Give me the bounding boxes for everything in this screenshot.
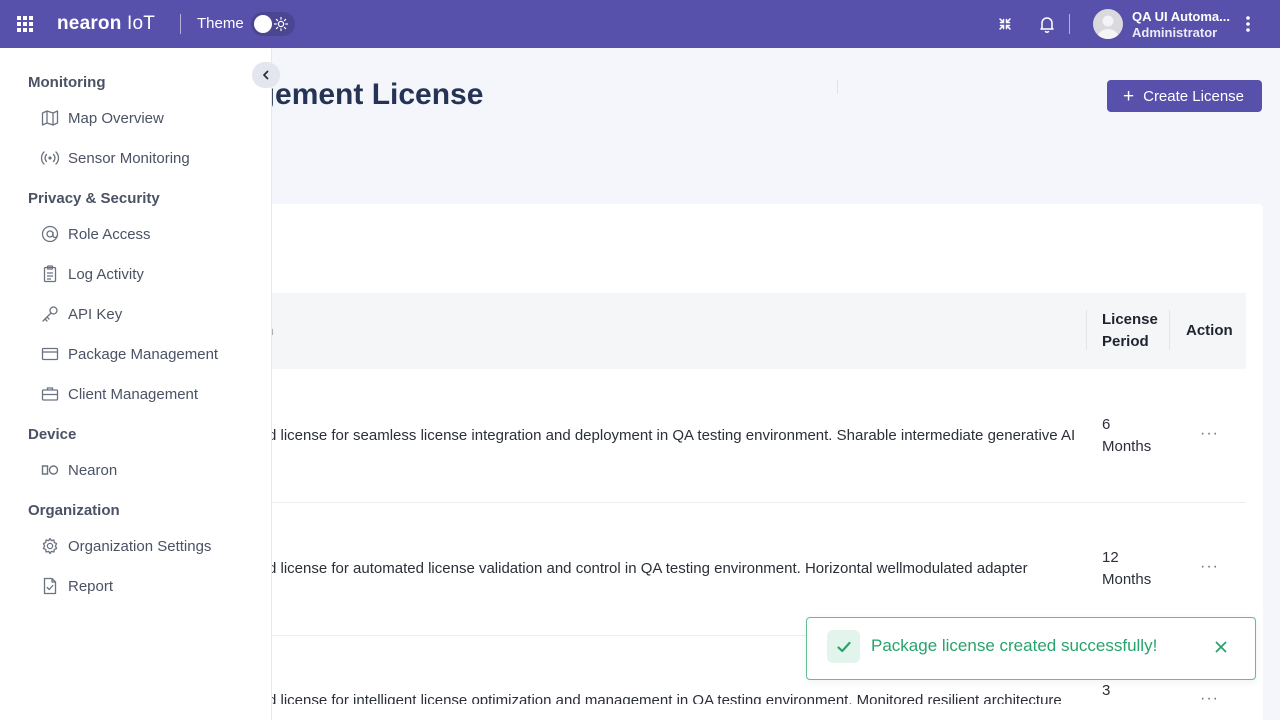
avatar[interactable] [1093, 9, 1123, 39]
sidebar-item-label: Log Activity [68, 265, 144, 283]
row-3-description: d license for intelligent license optimi… [268, 692, 1062, 704]
brand-logo: nearon IoT [57, 13, 156, 34]
sidebar-item-map-overview[interactable]: Map Overview [28, 102, 258, 134]
plus-icon: + [1123, 85, 1135, 107]
row-2-description: d license for automated license validati… [268, 560, 1028, 577]
sidebar-section-device: Device [28, 426, 77, 443]
chevron-left-icon [263, 70, 269, 80]
row-1-action-menu[interactable]: ··· [1200, 425, 1219, 443]
sidebar-section-monitoring: Monitoring [28, 74, 106, 91]
sidebar-item-api-key[interactable]: API Key [28, 298, 258, 330]
sidebar-item-label: Sensor Monitoring [68, 149, 190, 167]
sidebar-item-organization-settings[interactable]: Organization Settings [28, 530, 258, 562]
close-icon[interactable] [1213, 639, 1229, 655]
row-2-license-period: 12 Months [1102, 549, 1152, 588]
gear-icon [42, 537, 58, 555]
sidebar-item-label: Role Access [68, 225, 151, 243]
row-1-description: d license for seamless license integrati… [268, 427, 1076, 444]
row-2-action-menu[interactable]: ··· [1200, 558, 1219, 576]
broadcast-icon [40, 151, 60, 165]
card-icon [41, 347, 59, 361]
create-license-button[interactable]: + Create License [1107, 80, 1262, 112]
sidebar-item-label: Report [68, 577, 114, 595]
sidebar-item-role-access[interactable]: Role Access [28, 218, 258, 250]
sidebar-item-report[interactable]: Report [28, 570, 258, 602]
bell-icon[interactable] [1037, 14, 1057, 34]
apps-grid-icon[interactable] [17, 16, 33, 32]
sidebar-item-nearon[interactable]: Nearon [28, 454, 258, 486]
divider [1069, 14, 1070, 34]
theme-toggle[interactable] [251, 12, 295, 36]
nearon-device-icon [41, 465, 59, 475]
toast-status [827, 630, 860, 663]
column-header-license-period: License Period [1102, 311, 1158, 350]
sidebar: Monitoring Map Overview Sensor Monitorin… [0, 48, 272, 720]
column-separator [1169, 310, 1170, 350]
more-vertical-icon[interactable] [1240, 14, 1256, 34]
user-role: Administrator [1132, 25, 1218, 40]
collapse-sidebar-button[interactable] [252, 62, 280, 88]
at-sign-icon [41, 225, 59, 243]
sidebar-item-sensor-monitoring[interactable]: Sensor Monitoring [28, 142, 258, 174]
briefcase-icon [41, 387, 59, 401]
sidebar-section-organization: Organization [28, 502, 120, 519]
map-icon [41, 110, 59, 126]
sun-icon [273, 16, 289, 32]
theme-label: Theme [197, 15, 244, 32]
sidebar-section-privacy-security: Privacy & Security [28, 190, 160, 207]
success-toast: Package license created successfully! [806, 617, 1256, 680]
sidebar-item-client-management[interactable]: Client Management [28, 378, 258, 410]
top-bar: nearon IoT Theme QA UI Automa... Adminis… [0, 0, 1280, 48]
table-header [200, 293, 1246, 369]
file-check-icon [43, 577, 57, 595]
sidebar-item-label: Organization Settings [68, 537, 212, 555]
row-3-license-period: 3 [1102, 682, 1111, 699]
column-header-action: Action [1186, 322, 1233, 339]
sidebar-item-label: Nearon [68, 461, 118, 479]
user-name[interactable]: QA UI Automa... [1132, 9, 1230, 24]
sidebar-item-label: Client Management [68, 385, 199, 403]
divider [837, 80, 838, 94]
sidebar-item-label: API Key [68, 305, 123, 323]
sidebar-item-label: Package Management [68, 345, 219, 363]
sidebar-item-log-activity[interactable]: Log Activity [28, 258, 258, 290]
user-avatar-icon [1097, 15, 1119, 39]
toast-message: Package license created successfully! [871, 636, 1158, 655]
divider [180, 14, 181, 34]
sidebar-item-label: Map Overview [68, 109, 164, 127]
row-1-license-period: 6 Months [1102, 416, 1152, 455]
exit-fullscreen-icon[interactable] [995, 14, 1015, 34]
row-divider [200, 502, 1246, 503]
create-license-label: Create License [1143, 87, 1245, 105]
sidebar-item-package-management[interactable]: Package Management [28, 338, 258, 370]
toggle-knob [254, 15, 272, 33]
check-icon [836, 641, 851, 652]
clipboard-icon [43, 265, 57, 283]
column-separator [1086, 310, 1087, 350]
key-icon [42, 306, 58, 322]
row-3-action-menu[interactable]: ··· [1200, 690, 1219, 708]
